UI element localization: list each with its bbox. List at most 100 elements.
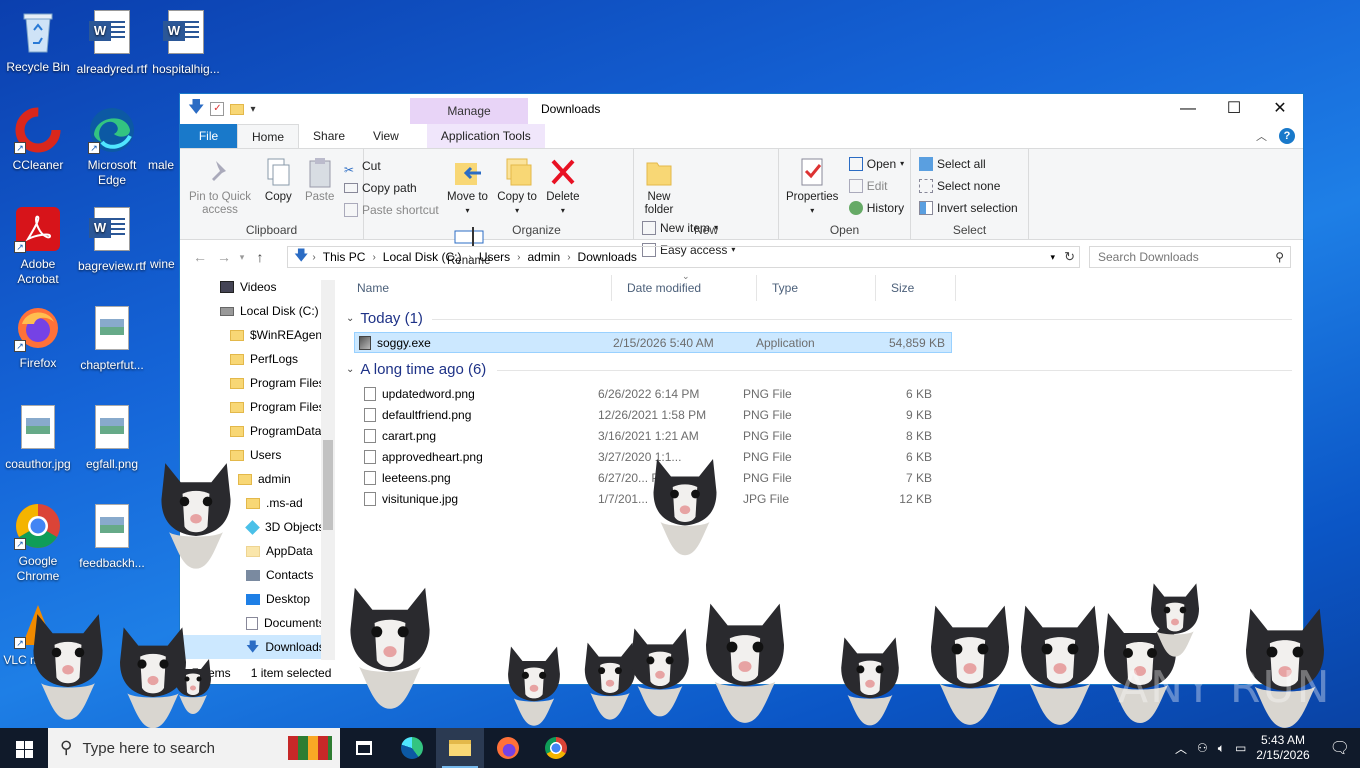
tab-share[interactable]: Share (299, 124, 359, 148)
group-header-long-ago[interactable]: ⌄ A long time ago (6) (342, 357, 1302, 383)
file-row[interactable]: defaultfriend.png 12/26/2021 1:58 PM PNG… (342, 404, 1302, 425)
nav-item-program-files-x86[interactable]: Program Files (180, 395, 334, 419)
desktop-icon-bagreview[interactable]: W bagreview.rtf (74, 205, 150, 274)
open-button[interactable]: Open ▾ (848, 153, 904, 175)
paste-label: Paste (304, 191, 335, 203)
pin-to-quick-access-button[interactable]: Pin to Quick access (187, 153, 253, 217)
taskbar-search-box[interactable]: ⚲ Type here to search (48, 728, 340, 768)
sort-chevron-icon: ⌄ (682, 271, 690, 281)
desktop-icon-recycle-bin[interactable]: Recycle Bin (0, 8, 76, 75)
column-header-name[interactable]: Name (342, 275, 612, 301)
desktop-icon-chapterfut[interactable]: chapterfut... (74, 304, 150, 373)
customize-toolbar-icon[interactable]: ▾ (250, 104, 255, 115)
copy-to-button[interactable]: Copy to ▾ (497, 153, 537, 217)
file-row[interactable]: updatedword.png 6/26/2022 6:14 PM PNG Fi… (342, 383, 1302, 404)
desktop-icon-firefox[interactable]: ↗ Firefox (0, 304, 76, 371)
select-all-button[interactable]: Select all (919, 153, 1018, 175)
show-hidden-icons-chevron-icon[interactable]: ︿ (1175, 740, 1187, 757)
minimize-icon[interactable]: — (1165, 94, 1211, 124)
nav-item-videos[interactable]: Videos (180, 275, 334, 299)
desktop-icon-google-chrome[interactable]: ↗ Google Chrome (0, 502, 76, 584)
nav-item-desktop[interactable]: Desktop (180, 587, 334, 611)
file-row[interactable]: visitunique.jpg 1/7/201... JPG File 12 K… (342, 488, 1302, 509)
nav-item-winreagent[interactable]: $WinREAgent (180, 323, 334, 347)
select-none-button[interactable]: Select none (919, 175, 1018, 197)
help-icon[interactable]: ? (1279, 128, 1295, 144)
task-view-button[interactable] (340, 728, 388, 768)
breadcrumb-users[interactable]: Users (472, 250, 517, 264)
file-row[interactable]: carart.png 3/16/2021 1:21 AM PNG File 8 … (342, 425, 1302, 446)
desktop-icon-alreadyred[interactable]: W alreadyred.rtf (74, 8, 150, 77)
desktop-icon-microsoft-edge[interactable]: ↗ Microsoft Edge (74, 106, 150, 188)
nav-item-documents[interactable]: Documents (180, 611, 334, 635)
tab-application-tools[interactable]: Application Tools (426, 124, 545, 148)
tab-view[interactable]: View (359, 124, 413, 148)
paste-button[interactable]: Paste (304, 153, 336, 204)
taskbar-file-explorer[interactable] (436, 728, 484, 768)
search-input[interactable]: Search Downloads ⚲ (1089, 246, 1291, 268)
manage-tab[interactable]: Manage (410, 98, 528, 124)
nav-item-local-disk[interactable]: Local Disk (C:) (180, 299, 334, 323)
history-button[interactable]: History (848, 197, 904, 219)
column-header-type[interactable]: Type (757, 275, 876, 301)
nav-item-perflogs[interactable]: PerfLogs (180, 347, 334, 371)
file-row-soggy-exe[interactable]: soggy.exe 2/15/2026 5:40 AM Application … (354, 332, 952, 353)
recent-locations-icon[interactable]: ▾ (236, 252, 248, 263)
breadcrumb-admin[interactable]: admin (521, 250, 568, 264)
back-arrow-icon[interactable]: ← (188, 249, 212, 265)
file-size: 6 KB (905, 386, 932, 401)
taskbar-firefox[interactable] (484, 728, 532, 768)
address-dropdown-icon[interactable]: ▾ (1050, 252, 1055, 263)
taskbar-edge[interactable] (388, 728, 436, 768)
forward-arrow-icon[interactable]: → (212, 249, 236, 265)
desktop-icon-adobe-acrobat[interactable]: ↗ Adobe Acrobat (0, 205, 76, 287)
cut-button[interactable]: ✂ Cut (344, 155, 439, 177)
address-bar[interactable]: 🡇 › This PC › Local Disk (C:) › Users › … (287, 246, 1080, 268)
column-header-size[interactable]: Size (876, 275, 956, 301)
properties-button[interactable]: Properties ▾ (786, 153, 838, 217)
group-header-today[interactable]: ⌄ Today (1) (342, 306, 1302, 332)
tab-file[interactable]: File (180, 124, 237, 148)
nav-item-programdata[interactable]: ProgramData (180, 419, 334, 443)
breadcrumb-local-disk[interactable]: Local Disk (C:) (376, 250, 469, 264)
desktop-icon-ccleaner[interactable]: ↗ CCleaner (0, 106, 76, 173)
people-icon[interactable]: ⚇ (1197, 741, 1208, 755)
start-button[interactable] (0, 728, 48, 768)
taskbar-chrome[interactable] (532, 728, 580, 768)
delete-button[interactable]: Delete ▾ (546, 153, 580, 217)
tab-home[interactable]: Home (237, 124, 300, 148)
properties-check-icon[interactable]: ✓ (210, 102, 225, 116)
refresh-icon[interactable]: ↻ (1064, 249, 1075, 265)
desktop-icon-coauthor[interactable]: coauthor.jpg (0, 403, 76, 472)
nav-scrollbar[interactable] (321, 280, 335, 660)
volume-icon[interactable]: 🔈︎ (1218, 741, 1225, 756)
maximize-icon[interactable]: ☐ (1211, 94, 1257, 124)
desktop-icon-wine[interactable]: wine (150, 205, 180, 272)
notifications-icon[interactable]: 🗨︎ (1330, 738, 1350, 758)
move-to-button[interactable]: Move to ▾ (447, 153, 488, 217)
clock[interactable]: 5:43 AM 2/15/2026 (1256, 733, 1309, 763)
file-row[interactable]: leeteens.png 6/27/20... PM PNG File 7 KB (342, 467, 1302, 488)
desktop-icon-hospitalhig[interactable]: W hospitalhig... (148, 8, 224, 77)
properties-icon (796, 155, 828, 189)
copy-button[interactable]: Copy (262, 153, 294, 204)
edit-button[interactable]: Edit (848, 175, 904, 197)
desktop-icon-feedbackh[interactable]: feedbackh... (74, 502, 150, 571)
new-folder-button[interactable]: New folder (641, 153, 677, 217)
nav-item-program-files[interactable]: Program Files (180, 371, 334, 395)
paste-shortcut-button[interactable]: Paste shortcut (344, 199, 439, 221)
desktop-icon-male[interactable]: male (148, 106, 180, 173)
down-arrow-icon[interactable]: 🡇 (188, 96, 204, 123)
network-icon[interactable]: ▭ (1235, 741, 1246, 755)
up-arrow-icon[interactable]: ↑ (248, 249, 272, 265)
file-row[interactable]: approvedheart.png 3/27/2020 1:1... PNG F… (342, 446, 1302, 467)
desktop-icon-egfall[interactable]: egfall.png (74, 403, 150, 472)
close-icon[interactable]: ✕ (1257, 94, 1303, 124)
scrollbar-thumb[interactable] (323, 440, 333, 530)
new-folder-icon[interactable] (230, 103, 245, 115)
breadcrumb-downloads[interactable]: Downloads (571, 250, 644, 264)
collapse-ribbon-icon[interactable]: ︿ (1256, 128, 1267, 144)
breadcrumb-this-pc[interactable]: This PC (316, 250, 373, 264)
invert-selection-button[interactable]: Invert selection (919, 197, 1018, 219)
copy-path-button[interactable]: Copy path (344, 177, 439, 199)
